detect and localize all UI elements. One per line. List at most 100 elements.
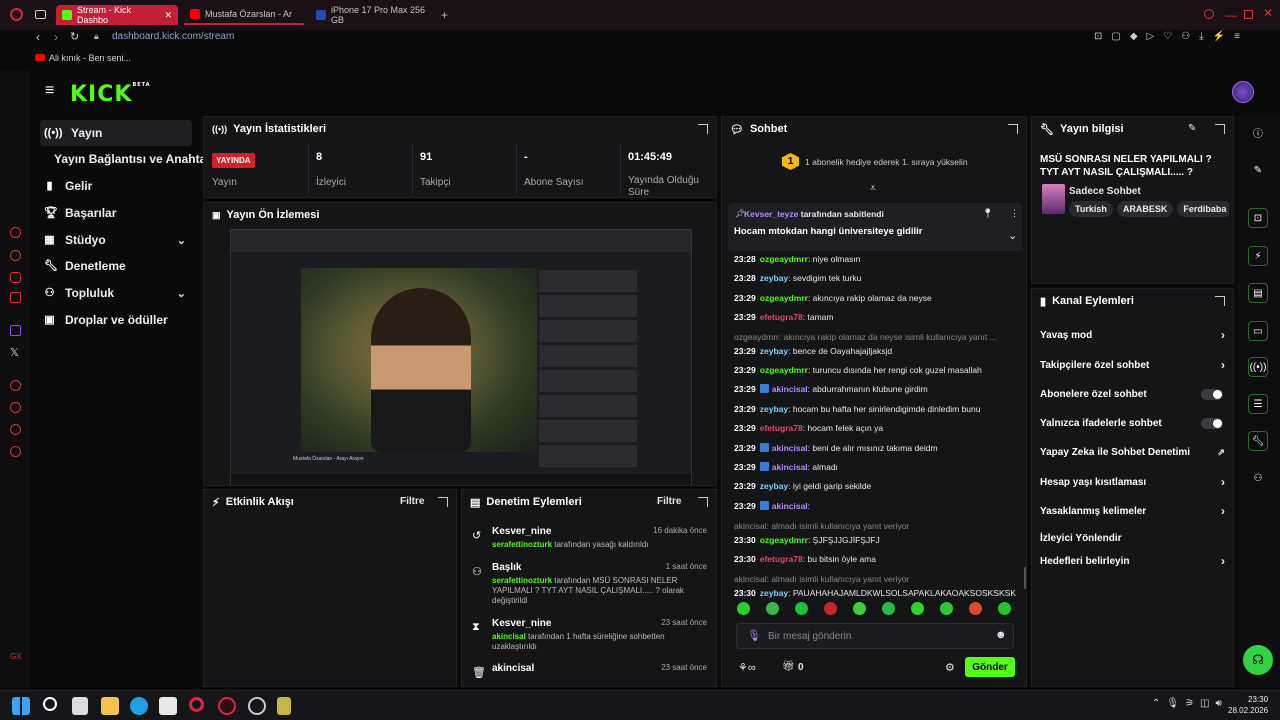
channel-action-item[interactable]: Yavaş mod › (1040, 325, 1225, 345)
community-icon[interactable]: ⚇ (1248, 468, 1268, 488)
username[interactable]: akincisal (772, 462, 808, 472)
chat-scrollbar[interactable] (1024, 567, 1026, 589)
steam-icon[interactable] (248, 697, 266, 715)
download-icon[interactable]: ⤓ (1199, 31, 1203, 42)
close-icon[interactable]: ✕ (164, 10, 172, 21)
instagram-icon[interactable] (10, 272, 21, 283)
sort-icon[interactable]: ⩡ (870, 183, 876, 194)
more-icon[interactable]: ⋮ (1010, 208, 1019, 219)
username[interactable]: zeybay (760, 346, 788, 356)
close-window-button[interactable]: ✕ (1263, 6, 1273, 20)
store-icon[interactable] (159, 697, 177, 715)
chat-message[interactable]: 23:30 zeybay: PAUAHAHAJAMLDKWLSOLSAPAKLAK… (734, 588, 1019, 598)
emoji-icon[interactable]: ☻ (995, 629, 1007, 641)
emote-icon[interactable] (911, 602, 924, 615)
support-button[interactable]: ☊ (1243, 645, 1273, 675)
username[interactable]: ozgeaydmrr (760, 535, 808, 545)
edge-icon[interactable] (130, 697, 148, 715)
emote-icon[interactable] (969, 602, 982, 615)
heart-icon[interactable]: ♡ (1163, 31, 1172, 42)
channel-action-item[interactable]: Abonelere özel sohbet (1040, 384, 1225, 404)
bookmark-link[interactable]: Ali kınık - Ben seni... (49, 53, 131, 63)
ai-icon[interactable]: ⚡ (1213, 31, 1225, 42)
opera-icon[interactable] (10, 8, 23, 21)
forward-icon[interactable]: › (54, 30, 58, 44)
toggle-switch[interactable] (1201, 417, 1223, 429)
chevron-down-icon[interactable]: ⌄ (1008, 229, 1017, 242)
app-icon[interactable] (277, 697, 291, 715)
popout-icon[interactable] (1215, 124, 1225, 134)
channel-action-item[interactable]: İzleyici Yönlendir (1040, 528, 1225, 548)
aria-icon[interactable] (10, 227, 21, 238)
gift-icon[interactable]: 🎁︎ (782, 661, 795, 672)
username[interactable]: akincisal (772, 501, 808, 511)
chat-icon[interactable]: ▭ (1248, 321, 1268, 341)
account-icon[interactable]: ⚇ (1181, 31, 1190, 42)
bolt-icon[interactable]: ⚡︎ (1248, 246, 1268, 266)
username[interactable]: ozgeaydmrr (760, 365, 808, 375)
search-icon[interactable] (1204, 9, 1214, 19)
tab-list-icon[interactable] (35, 10, 46, 19)
preview-video[interactable]: Mustafa Özarslan - Arayı Arayın (230, 229, 692, 485)
shield-icon[interactable]: ◆ (1130, 31, 1138, 42)
music-icon[interactable] (10, 292, 21, 303)
maximize-button[interactable] (1244, 10, 1253, 19)
kick-logo[interactable]: KICKBETA (70, 82, 151, 107)
toggle-switch[interactable] (1201, 388, 1223, 400)
emote-icon[interactable] (998, 602, 1011, 615)
pinned-message[interactable]: 📌︎ Kevser_teyze tarafından sabitlendi Ho… (728, 203, 1022, 251)
username[interactable]: efetugra78 (760, 312, 803, 322)
channel-action-item[interactable]: Hedefleri belirleyin › (1040, 551, 1225, 571)
username[interactable]: ozgeaydmrr (760, 293, 808, 303)
tag-chip[interactable]: Turkish (1069, 201, 1113, 217)
gift-sub-banner[interactable]: 1 1 abonelik hediye ederek 1. sıraya yük… (782, 153, 968, 170)
chat-message[interactable]: 23:28 zeybay: sevdigim tek turku (734, 273, 1019, 283)
info-icon[interactable]: ⓘ (1248, 122, 1268, 142)
channel-action-item[interactable]: Yapay Zeka ile Sohbet Denetimi ⇗ (1040, 442, 1225, 462)
popout-icon[interactable] (1215, 296, 1225, 306)
play-icon[interactable]: ▷ (1147, 31, 1155, 42)
channel-action-item[interactable]: Yalnızca ifadelerle sohbet (1040, 413, 1225, 433)
channel-action-item[interactable]: Yasaklanmış kelimeler › (1040, 501, 1225, 521)
mic-icon[interactable]: 🎙︎ (747, 629, 761, 642)
chat-message[interactable]: 23:29 zeybay: bence de Oayahajajljaksjd (734, 346, 1019, 356)
vpn-icon[interactable] (10, 424, 21, 435)
chat-message[interactable]: 23:29 akincisal: beni de alır mısınız tak… (734, 442, 1019, 453)
category-name[interactable]: Sadece Sohbet (1069, 186, 1141, 197)
loyalty-icon[interactable]: ⚘∞ (738, 661, 756, 674)
minimize-button[interactable]: — (1225, 8, 1237, 22)
pencil-icon[interactable]: ✎ (1248, 160, 1268, 180)
username[interactable]: ozgeaydmrr (760, 254, 808, 264)
emote-icon[interactable] (853, 602, 866, 615)
windows-start-icon[interactable] (12, 697, 30, 715)
username[interactable]: akincisal (772, 443, 808, 453)
back-icon[interactable]: ‹ (36, 30, 40, 44)
chat-message[interactable]: 23:29 ozgeaydmrr: turuncu dısında her ren… (734, 365, 1019, 375)
popout-icon[interactable] (698, 497, 708, 507)
pin-icon[interactable]: ⊡ (1094, 31, 1102, 42)
emote-icon[interactable] (882, 602, 895, 615)
chat-message[interactable]: 23:29 akincisal: almadı (734, 462, 1019, 472)
emote-icon[interactable] (766, 602, 779, 615)
nav-gelir[interactable]: ▮ Gelir (40, 173, 192, 199)
new-tab-button[interactable]: + (441, 8, 448, 22)
username[interactable]: zeybay (760, 273, 788, 283)
emote-icon[interactable] (824, 602, 837, 615)
popout-icon[interactable] (698, 124, 708, 134)
tag-chip[interactable]: Ferdibaba (1177, 201, 1229, 217)
tab-vatan[interactable]: iPhone 17 Pro Max 256 GB (310, 5, 435, 25)
avatar[interactable] (1232, 81, 1254, 103)
chat-message[interactable]: 23:28 ozgeaydmrr: niye olmasın (734, 254, 1019, 264)
nav-studyo[interactable]: ▦ Stüdyo ⌄ (40, 227, 192, 253)
tag-chip[interactable]: ARABESK (1116, 201, 1174, 217)
opera-icon[interactable] (189, 697, 204, 712)
chat-message[interactable]: 23:29 efetugra78: tamam (734, 312, 1019, 322)
gx-icon[interactable]: GX (10, 652, 22, 661)
chat-message[interactable]: 23:29 efetugra78: hocam felek açın ya (734, 423, 1019, 433)
chat-settings-icon[interactable]: ⚙︎ (945, 661, 955, 674)
username[interactable]: zeybay (760, 588, 788, 598)
tab-youtube[interactable]: Mustafa Özarslan - Ar (184, 5, 304, 25)
twitch-icon[interactable] (10, 325, 21, 336)
username[interactable]: zeybay (760, 404, 788, 414)
chat-message[interactable]: 23:29 zeybay: hocam bu hafta her sinirlen… (734, 404, 1019, 414)
